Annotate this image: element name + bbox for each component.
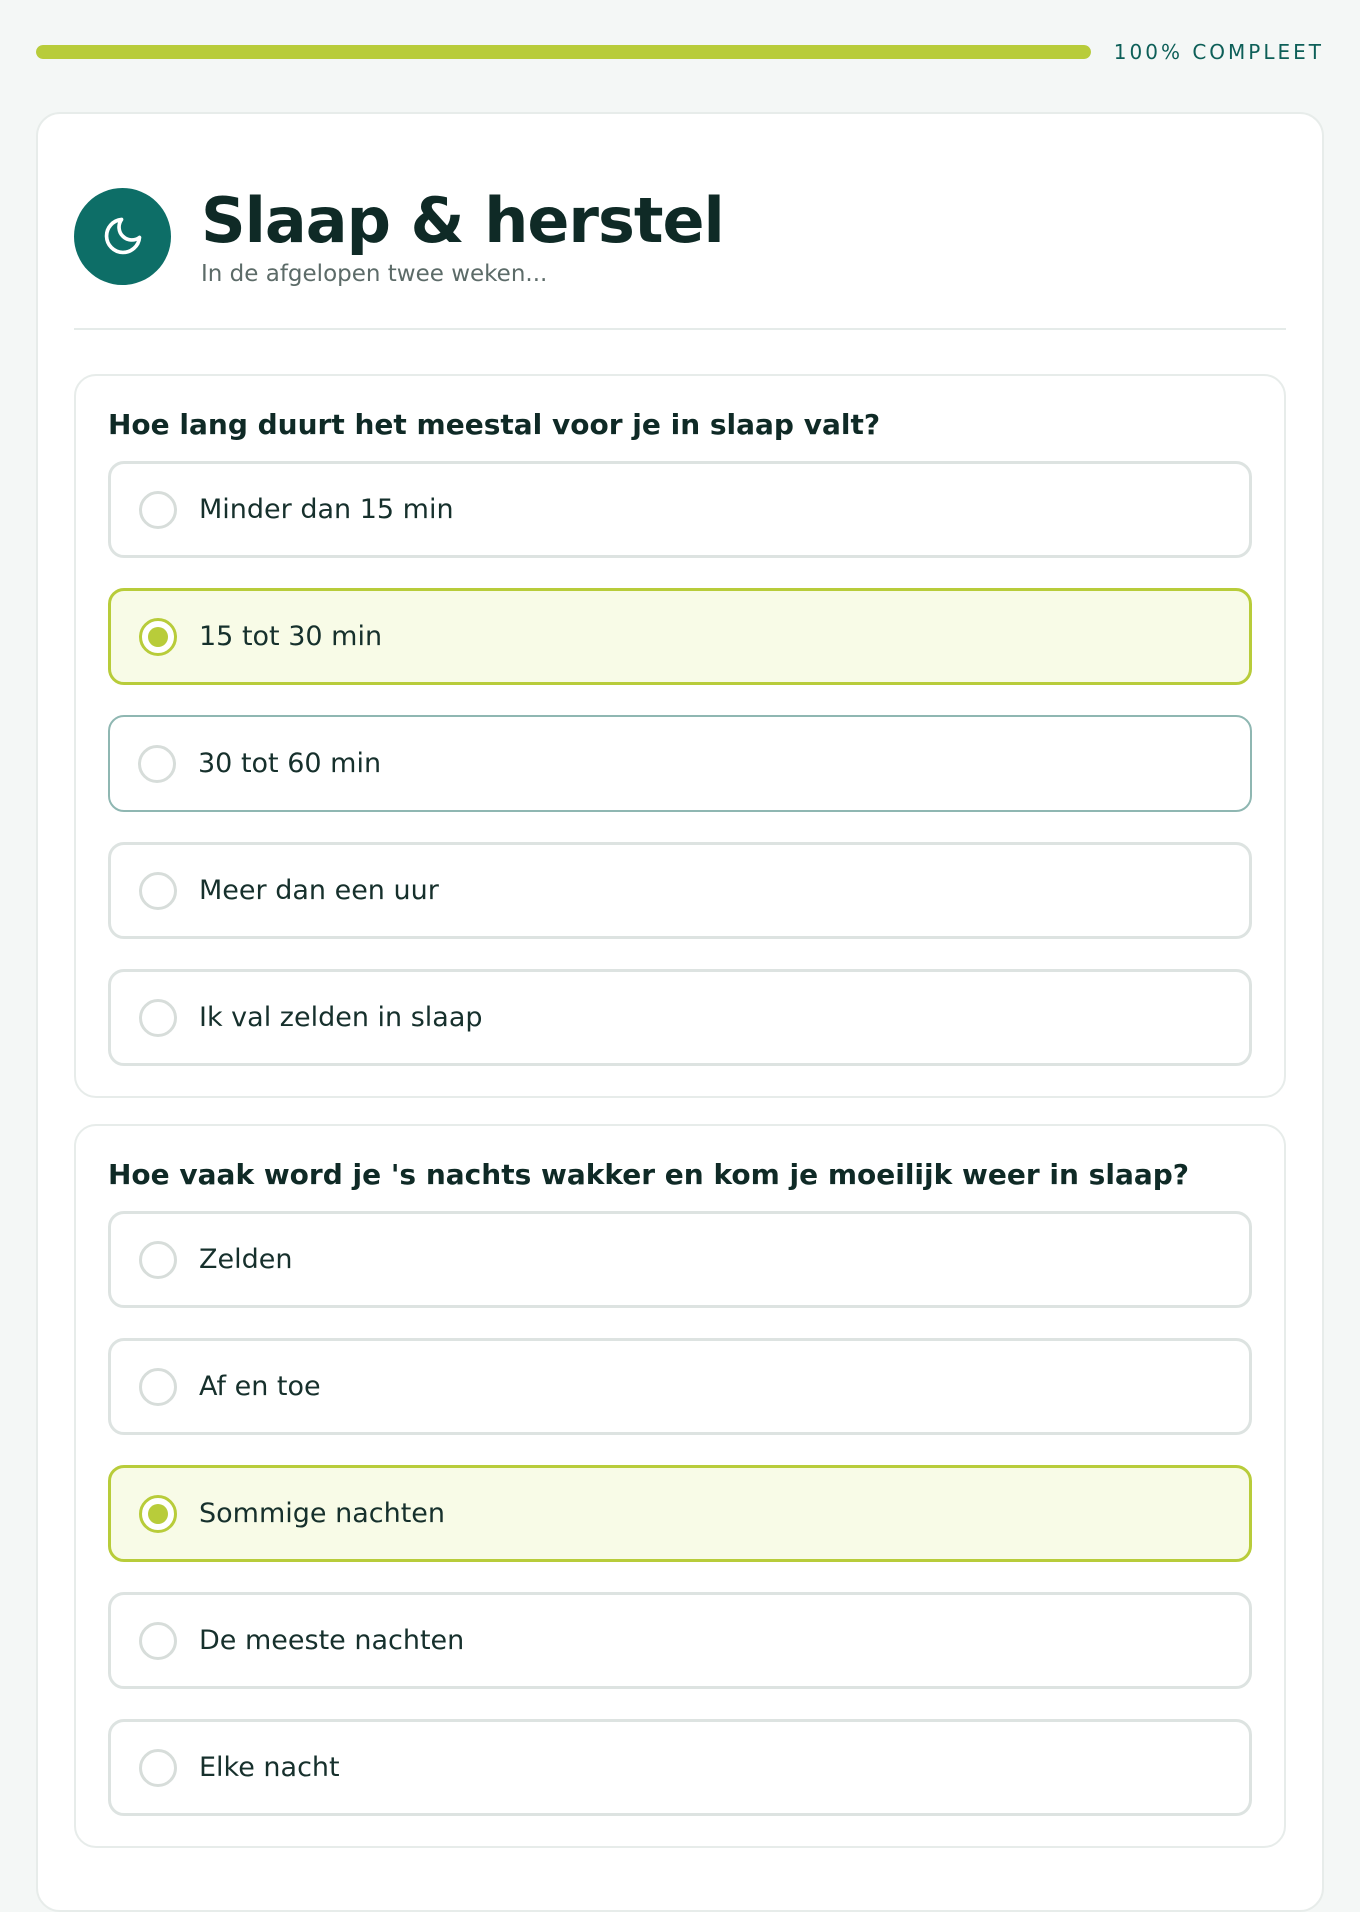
radio-button[interactable] [139,998,177,1037]
answer-option[interactable]: Ik val zelden in slaap [108,969,1252,1066]
moon-icon [74,187,171,285]
answer-option[interactable]: Meer dan een uur [108,842,1252,939]
question-list: Hoe lang duurt het meestal voor je in sl… [74,374,1286,1848]
question-text: Hoe vaak word je 's nachts wakker en kom… [108,1158,1190,1191]
answer-option[interactable]: 30 tot 60 min [108,715,1252,812]
option-label: Sommige nachten [199,1498,446,1529]
answer-option[interactable]: Zelden [108,1211,1252,1308]
option-label: Elke nacht [199,1752,340,1783]
question-card: Hoe lang duurt het meestal voor je in sl… [74,374,1286,1098]
radio-button[interactable] [139,1367,177,1406]
radio-button[interactable] [138,744,176,783]
answer-option[interactable]: Elke nacht [108,1719,1252,1816]
answer-option[interactable]: Af en toe [108,1338,1252,1435]
option-label: Ik val zelden in slaap [199,1002,483,1033]
progress-label: 100% COMPLEET [1113,40,1324,64]
radio-button[interactable] [139,1748,177,1787]
option-label: 30 tot 60 min [198,748,382,779]
option-label: De meeste nachten [199,1625,465,1656]
answer-option[interactable]: Sommige nachten [108,1465,1252,1562]
option-label: Minder dan 15 min [199,494,454,525]
option-label: Af en toe [199,1371,321,1402]
radio-button[interactable] [139,617,177,656]
progress-track [36,45,1091,59]
progress-fill [36,45,1091,59]
radio-button[interactable] [139,1240,177,1279]
option-label: 15 tot 30 min [199,621,383,652]
option-label: Zelden [199,1244,293,1275]
section-subtitle: In de afgelopen twee weken... [201,260,548,287]
answer-option[interactable]: Minder dan 15 min [108,461,1252,558]
option-label: Meer dan een uur [199,875,439,906]
answer-option[interactable]: De meeste nachten [108,1592,1252,1689]
radio-button[interactable] [139,490,177,529]
radio-selected-dot [148,626,168,647]
radio-button[interactable] [139,1621,177,1660]
radio-button[interactable] [139,1494,177,1533]
progress-bar: 100% COMPLEET [36,36,1324,68]
questionnaire-card: Slaap & herstel In de afgelopen twee wek… [36,112,1324,1912]
question-text: Hoe lang duurt het meestal voor je in sl… [108,408,881,441]
answer-option[interactable]: 15 tot 30 min [108,588,1252,685]
radio-button[interactable] [139,871,177,910]
section-header: Slaap & herstel In de afgelopen twee wek… [74,114,1286,330]
section-title: Slaap & herstel [201,184,725,258]
radio-selected-dot [148,1503,168,1524]
question-card: Hoe vaak word je 's nachts wakker en kom… [74,1124,1286,1848]
